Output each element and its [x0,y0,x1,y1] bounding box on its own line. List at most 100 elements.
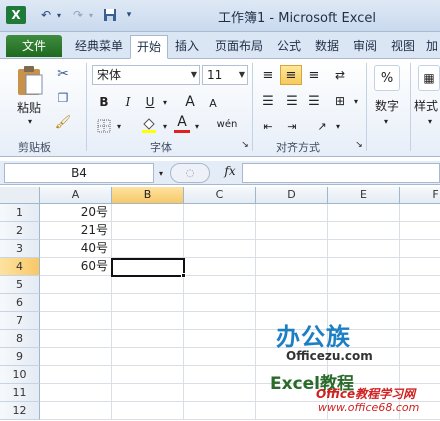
chevron-down-icon[interactable]: ▾ [156,165,166,181]
cell-f9[interactable] [400,348,440,366]
cell-b1[interactable] [112,204,184,222]
cell-f4[interactable] [400,258,440,276]
chevron-down-icon[interactable]: ▾ [86,6,96,24]
row-header[interactable]: 6 [0,294,40,312]
cell-d1[interactable] [256,204,328,222]
cell-d4[interactable] [256,258,328,276]
cell-a2[interactable]: 21号 [40,222,112,240]
cell-c11[interactable] [184,384,256,402]
formula-input[interactable] [242,163,440,183]
tab-file[interactable]: 文件 [6,35,62,57]
chevron-down-icon[interactable]: ▾ [380,115,392,127]
cell-b12[interactable] [112,402,184,420]
chevron-down-icon[interactable]: ▾ [54,6,64,24]
chevron-down-icon[interactable]: ▾ [424,115,436,127]
row-header[interactable]: 8 [0,330,40,348]
undo-icon[interactable]: ↶ [38,6,54,24]
cell-a5[interactable] [40,276,112,294]
cell-b7[interactable] [112,312,184,330]
cell-b3[interactable] [112,240,184,258]
shrink-font-button[interactable]: A [206,95,220,111]
font-name-combo[interactable]: 宋体 ▼ [92,65,200,85]
wrap-text-icon[interactable]: ⇄ [330,65,350,85]
chevron-down-icon[interactable]: ▾ [352,95,360,107]
column-header-e[interactable]: E [328,187,400,204]
active-cell-b4[interactable] [111,258,185,277]
cell-e4[interactable] [328,258,400,276]
tab-home[interactable]: 开始 [130,35,168,59]
cell-f10[interactable] [400,366,440,384]
cell-f1[interactable] [400,204,440,222]
increase-indent-icon[interactable]: ⇥ [282,117,302,135]
dialog-launcher-icon[interactable]: ↘ [354,139,364,151]
chevron-down-icon[interactable]: ▾ [160,95,170,109]
column-header-f[interactable]: F [400,187,440,204]
cell-b10[interactable] [112,366,184,384]
row-header[interactable]: 1 [0,204,40,222]
cell-f7[interactable] [400,312,440,330]
cell-b2[interactable] [112,222,184,240]
insert-function-button[interactable]: fx [220,164,240,182]
row-header[interactable]: 9 [0,348,40,366]
cell-d5[interactable] [256,276,328,294]
cell-f2[interactable] [400,222,440,240]
cell-c8[interactable] [184,330,256,348]
align-top-icon[interactable]: ≡ [258,65,278,85]
cell-b11[interactable] [112,384,184,402]
cut-icon[interactable]: ✂ [54,65,72,83]
font-color-button[interactable]: A [174,113,190,133]
select-all-corner[interactable] [0,187,40,204]
align-middle-icon[interactable]: ≡ [280,65,302,85]
row-header[interactable]: 3 [0,240,40,258]
borders-icon[interactable] [96,117,112,135]
tab-page-layout[interactable]: 页面布局 [208,35,270,57]
chevron-down-icon[interactable]: ▾ [160,119,170,133]
styles-icon[interactable]: ▦ [418,65,440,91]
cell-b5[interactable] [112,276,184,294]
orientation-icon[interactable]: ↗ [312,117,332,135]
row-header[interactable]: 7 [0,312,40,330]
cell-e6[interactable] [328,294,400,312]
save-icon[interactable] [102,6,118,24]
cell-b6[interactable] [112,294,184,312]
redo-icon[interactable]: ↷ [70,6,86,24]
phonetic-button[interactable]: wén [214,115,240,133]
tab-insert[interactable]: 插入 [170,35,204,57]
align-right-icon[interactable]: ☰ [304,91,324,111]
chevron-down-icon[interactable]: ▾ [334,119,342,133]
cell-c2[interactable] [184,222,256,240]
cell-c1[interactable] [184,204,256,222]
chevron-down-icon[interactable]: ▾ [24,115,36,127]
row-header[interactable]: 12 [0,402,40,420]
cell-c10[interactable] [184,366,256,384]
row-header[interactable]: 4 [0,258,40,276]
format-painter-icon[interactable]: 🖌 [54,113,72,131]
cell-a12[interactable] [40,402,112,420]
name-box[interactable]: B4 [4,163,154,183]
tab-addins[interactable]: 加 [424,35,440,57]
cell-e3[interactable] [328,240,400,258]
fill-color-icon[interactable] [140,115,158,135]
merge-cells-icon[interactable]: ⊞ [330,91,350,111]
row-header[interactable]: 11 [0,384,40,402]
tab-formulas[interactable]: 公式 [272,35,306,57]
row-header[interactable]: 2 [0,222,40,240]
align-center-icon[interactable]: ☰ [282,91,302,111]
cell-a8[interactable] [40,330,112,348]
cell-c7[interactable] [184,312,256,330]
cell-a4[interactable]: 60号 [40,258,112,276]
copy-icon[interactable]: ❐ [54,89,72,107]
dialog-launcher-icon[interactable]: ↘ [240,139,250,151]
underline-button[interactable]: U [142,93,158,111]
font-size-combo[interactable]: 11 ▼ [202,65,248,85]
cell-d2[interactable] [256,222,328,240]
row-header[interactable]: 10 [0,366,40,384]
cell-b8[interactable] [112,330,184,348]
tab-classic-menu[interactable]: 经典菜单 [68,35,130,57]
cell-c5[interactable] [184,276,256,294]
cell-e1[interactable] [328,204,400,222]
cell-c3[interactable] [184,240,256,258]
paste-label[interactable]: 粘贴 [10,99,48,115]
cell-f5[interactable] [400,276,440,294]
cell-f8[interactable] [400,330,440,348]
